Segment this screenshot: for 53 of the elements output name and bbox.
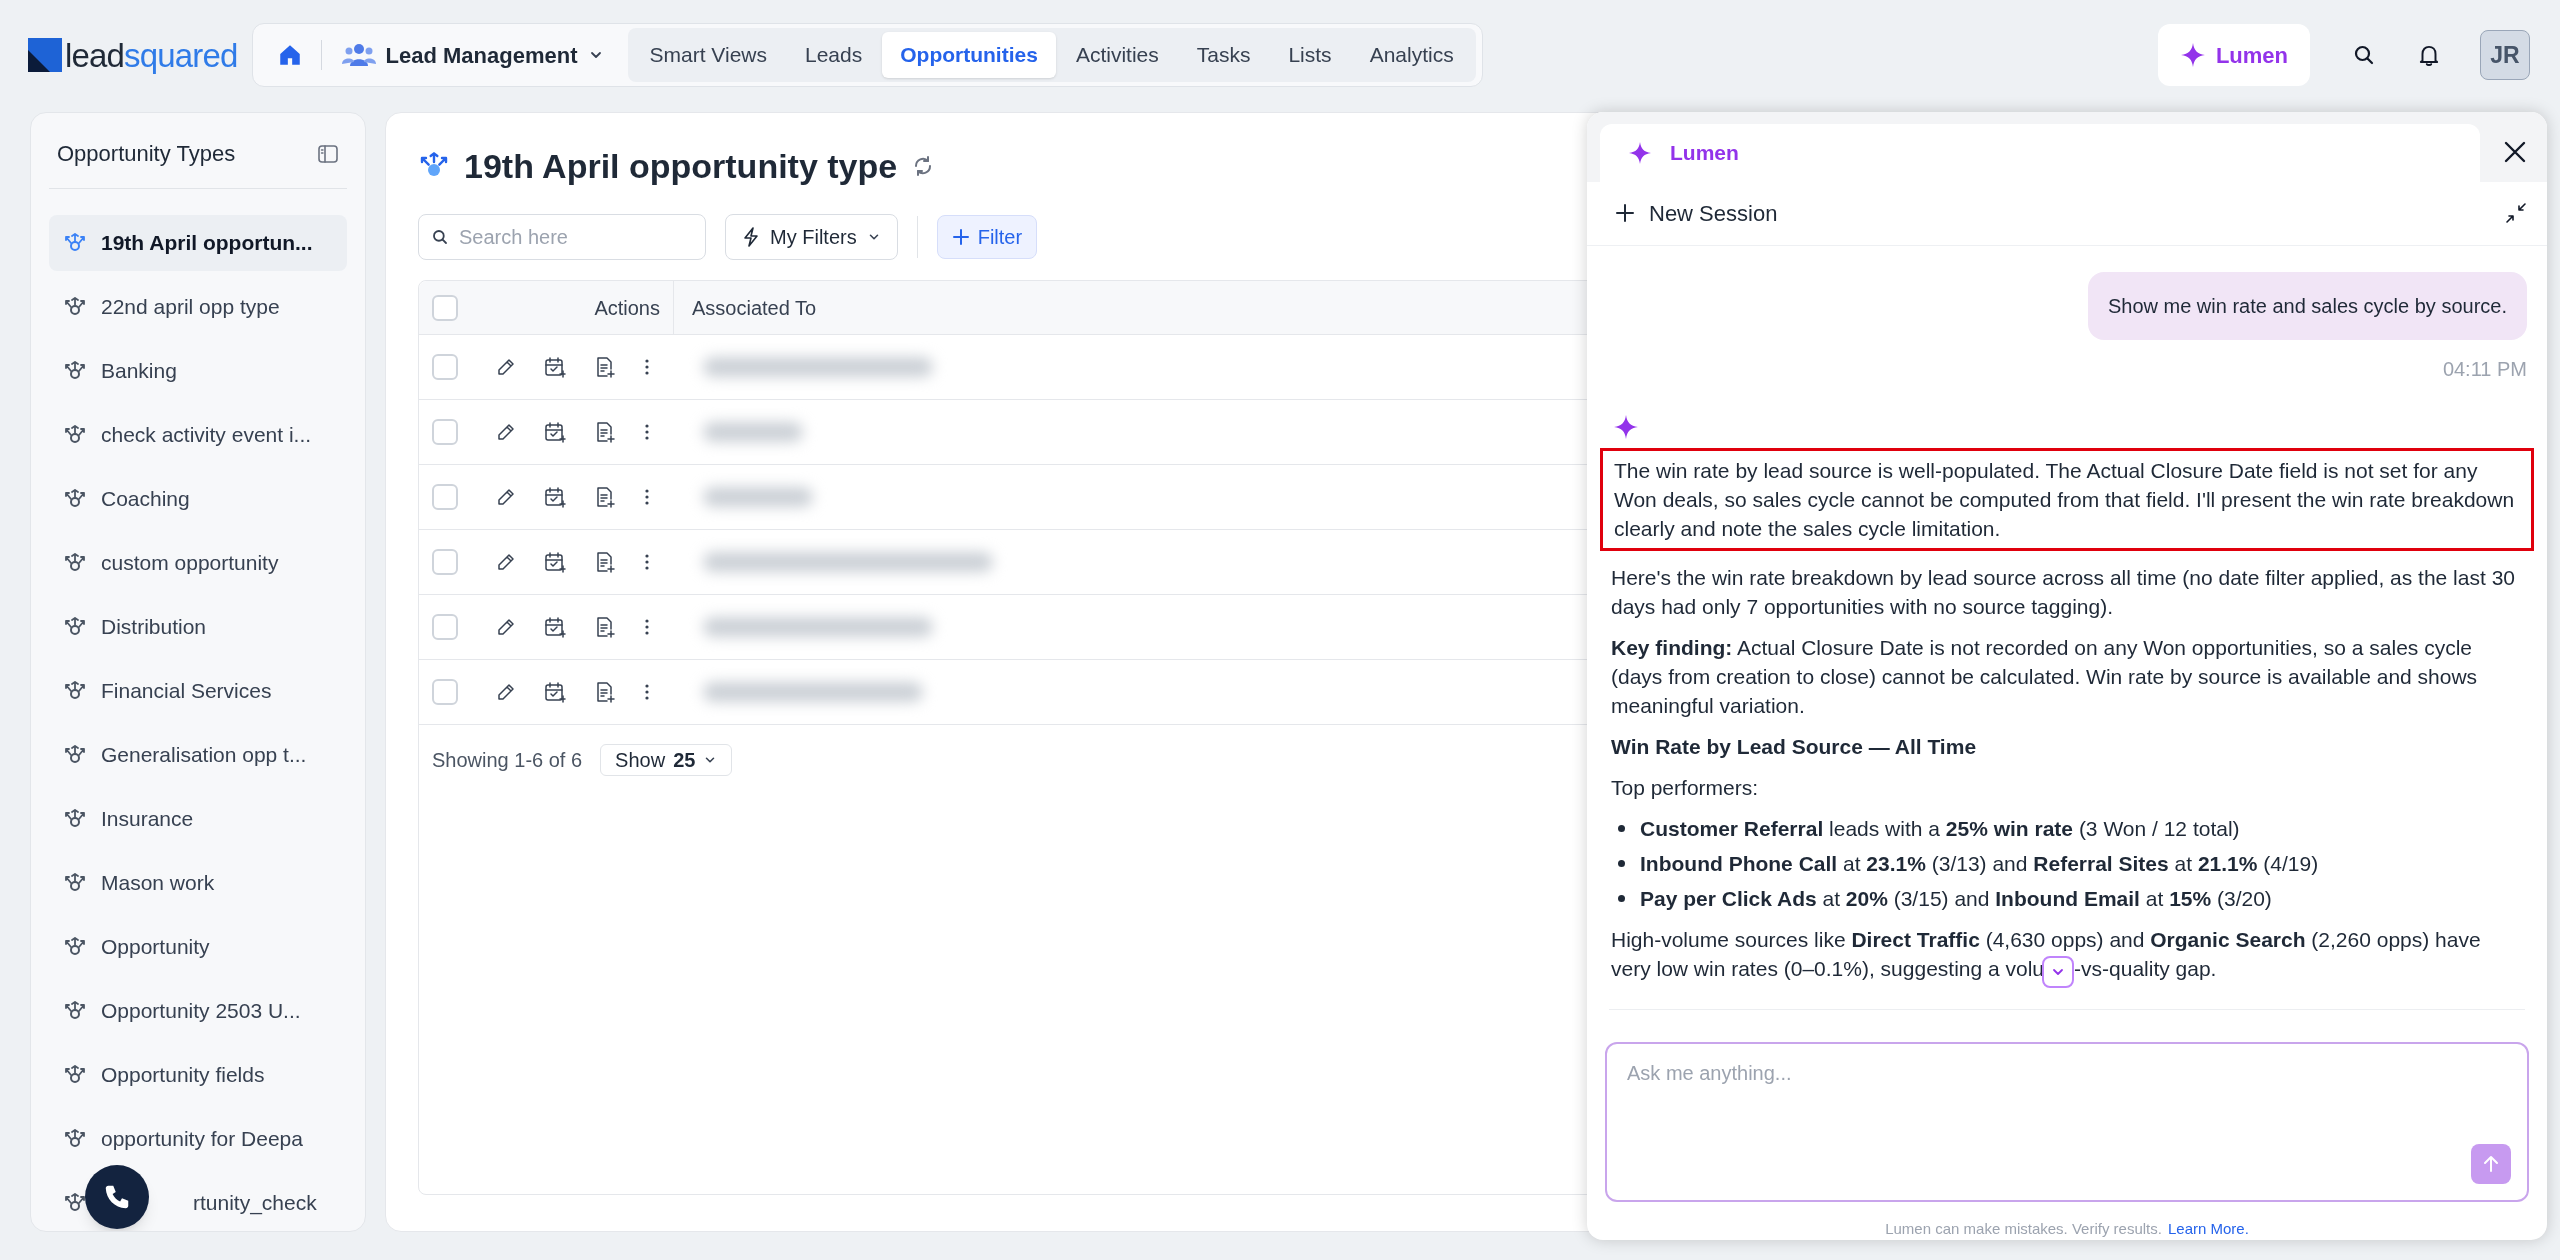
user-avatar[interactable]: JR: [2480, 30, 2530, 80]
opportunity-type-item[interactable]: Banking: [49, 343, 347, 399]
nav-tab[interactable]: Tasks: [1178, 32, 1269, 78]
list-item-text: Pay per Click Ads at 20% (3/15) and Inbound Email at 15% (3/20): [1640, 885, 2272, 912]
nav-tab[interactable]: Activities: [1057, 32, 1177, 78]
sidebar-title: Opportunity Types: [57, 140, 236, 168]
my-filters-dropdown[interactable]: My Filters: [725, 214, 898, 260]
page-title: 19th April opportunity type: [464, 145, 898, 187]
logo-text: lead: [65, 38, 125, 72]
nav-tab[interactable]: Smart Views: [631, 32, 785, 78]
message-text: The win rate by lead source is well-populated. The Actual Closure Date field is not set for any Won deals, so sales cycle cannot be computed from that field. I'll present the win rate breakdown clearly and note the sales cycle limitation.: [1600, 447, 2534, 551]
opportunity-type-item[interactable]: check activity event i...: [49, 407, 347, 463]
opportunity-type-item[interactable]: Financial Services: [49, 663, 347, 719]
opportunity-type-item[interactable]: Insurance: [49, 791, 347, 847]
opportunity-type-item[interactable]: Opportunity fields: [49, 1047, 347, 1103]
search-field[interactable]: Search here: [418, 214, 706, 260]
lumen-tab[interactable]: Lumen: [1600, 123, 2480, 182]
nav-tab[interactable]: Lists: [1270, 32, 1350, 78]
column-header: Associated To: [691, 295, 817, 321]
nav-tab[interactable]: Analytics: [1351, 32, 1472, 78]
opportunity-type-item[interactable]: rtunity_check: [49, 1175, 347, 1231]
logo-text: squared: [124, 38, 238, 72]
message-text: High-volume sources like Direct Traffic (4,630 opps) and Organic Search (2,260 opps) have very low win rates (0–0.1%), suggesting a volu -vs-quality gap.: [1600, 924, 2534, 983]
list-item-text: Inbound Phone Call at 23.1% (3/13) and Referral Sites at 21.1% (4/19): [1640, 850, 2319, 877]
nav-tab[interactable]: Leads: [787, 32, 881, 78]
message-text: Top performers:: [1610, 774, 1760, 801]
message-time: 04:11 PM: [2441, 356, 2528, 382]
opportunity-type-item[interactable]: Opportunity 2503 U...: [49, 983, 347, 1039]
opportunity-type-item[interactable]: 19th April opportun...: [49, 215, 347, 271]
pagination-summary: Showing 1-6 of 6: [432, 748, 583, 773]
opportunity-type-item[interactable]: opportunity for Deepa: [49, 1111, 347, 1167]
learn-more-link[interactable]: Learn More.: [2167, 1217, 2249, 1240]
user-message: Show me win rate and sales cycle by source.: [2087, 271, 2527, 340]
module-dropdown[interactable]: Lead Management: [341, 38, 628, 72]
new-session-button[interactable]: New Session: [1615, 196, 1778, 230]
opportunity-type-item[interactable]: Opportunity: [49, 919, 347, 975]
disclaimer-text: Lumen can make mistakes. Verify results.: [1885, 1218, 2162, 1239]
filter-button[interactable]: Filter: [936, 215, 1038, 259]
message-heading: Win Rate by Lead Source — All Time: [1610, 733, 1978, 760]
opportunity-type-item[interactable]: Distribution: [49, 599, 347, 655]
list-item-text: Customer Referral leads with a 25% win rate (3 Won / 12 total): [1640, 815, 2240, 842]
message-input[interactable]: Ask me anything...: [1605, 1041, 2529, 1202]
message-text: Key finding: Actual Closure Date is not recorded on any Won opportunities, so a sales cycle (days from creation to close) cannot be calculated. Win rate by source is available and shows meaningful variation.: [1610, 634, 2479, 719]
lumen-button[interactable]: Lumen: [2157, 24, 2310, 86]
opportunity-type-item[interactable]: Generalisation opp t...: [49, 727, 347, 783]
opportunity-type-item[interactable]: custom opportunity: [49, 535, 347, 591]
message-text: Here's the win rate breakdown by lead source across all time (no date filter applied, as the last 30 days had only 7 opportunities with no source tagging).: [1610, 564, 2516, 620]
opportunity-type-item[interactable]: Coaching: [49, 471, 347, 527]
opportunity-type-item[interactable]: 22nd april opp type: [49, 279, 347, 335]
nav-tab[interactable]: Opportunities: [882, 32, 1056, 78]
column-header: Actions: [593, 295, 661, 321]
opportunity-type-item[interactable]: Mason work: [49, 855, 347, 911]
page-size-dropdown[interactable]: Show 25: [600, 744, 733, 776]
